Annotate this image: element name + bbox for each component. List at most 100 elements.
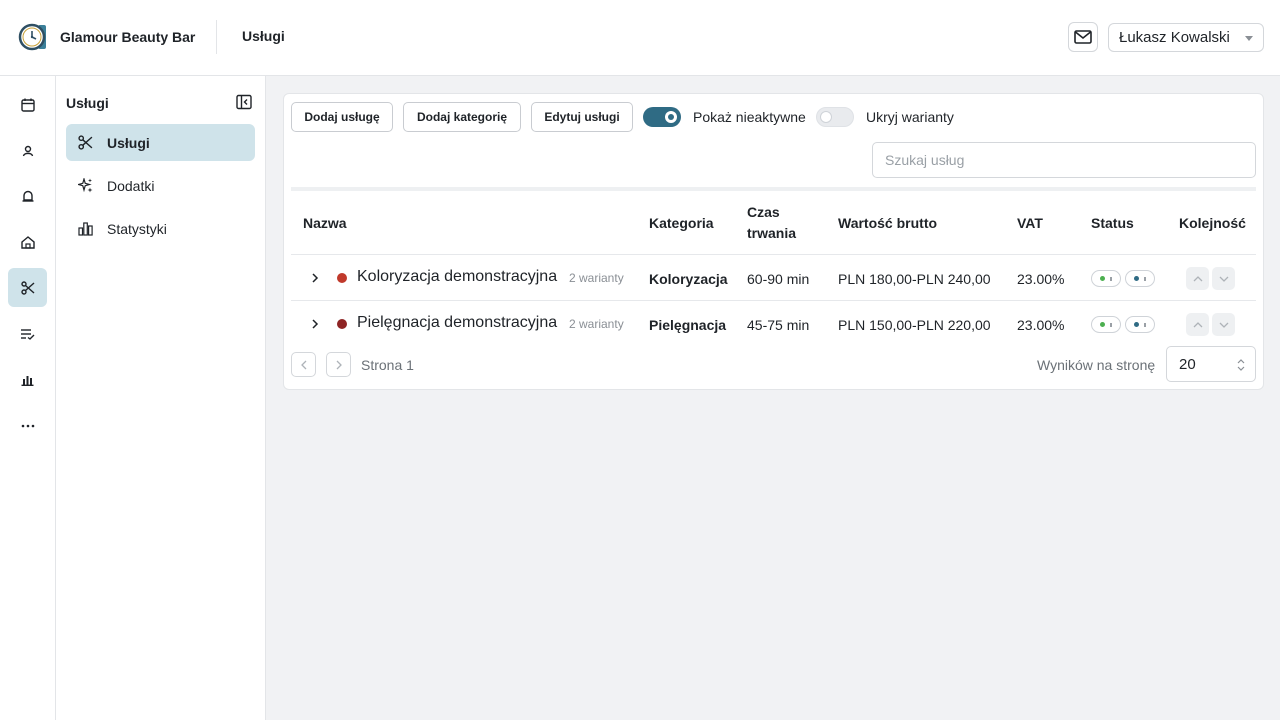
status-tick [1144, 277, 1146, 281]
category-color-dot [337, 319, 347, 329]
subnav-item-addons[interactable]: Dodatki [66, 167, 255, 204]
service-duration: 45-75 min [747, 317, 810, 333]
toggle-knob [820, 111, 832, 123]
move-up-button[interactable] [1186, 267, 1209, 290]
per-page-select[interactable]: 20 [1166, 346, 1256, 382]
search-input[interactable] [872, 142, 1256, 178]
bell-icon [22, 190, 33, 202]
status-tick [1110, 323, 1112, 327]
stats-icon [78, 221, 93, 236]
chevron-right-icon[interactable] [309, 318, 321, 330]
subnav-item-statistics[interactable]: Statystyki [66, 210, 255, 247]
rail-tasks[interactable] [8, 314, 47, 353]
row-divider [291, 300, 1256, 301]
top-header: Glamour Beauty Bar Usługi Łukasz Kowalsk… [0, 0, 1280, 76]
subnav-title: Usługi [66, 95, 109, 111]
more-icon [21, 424, 34, 427]
status-dot [1100, 322, 1105, 327]
user-menu-button[interactable]: Łukasz Kowalski [1108, 23, 1264, 52]
move-up-button[interactable] [1186, 313, 1209, 336]
status-active-toggle[interactable] [1091, 270, 1121, 287]
services-card: Dodaj usługę Dodaj kategorię Edytuj usłu… [283, 93, 1264, 390]
messages-button[interactable] [1068, 22, 1098, 52]
service-category: Koloryzacja [649, 271, 728, 287]
move-down-button[interactable] [1212, 267, 1235, 290]
page-title: Usługi [242, 28, 285, 44]
chevron-right-icon[interactable] [309, 272, 321, 284]
column-header-category[interactable]: Kategoria [649, 213, 714, 234]
rail-notifications[interactable] [8, 177, 47, 216]
rail-services[interactable] [8, 268, 47, 307]
status-online-toggle[interactable] [1125, 270, 1155, 287]
service-vat: 23.00% [1017, 317, 1065, 333]
icon-rail [0, 76, 56, 720]
chevron-right-icon [336, 360, 342, 369]
service-duration: 60-90 min [747, 271, 810, 287]
column-header-duration-line1: Czas [747, 204, 780, 220]
service-name: Koloryzacja demonstracyjna [357, 268, 558, 285]
column-header-name[interactable]: Nazwa [303, 213, 347, 234]
prev-page-button[interactable] [291, 352, 316, 377]
service-price: PLN 180,00-PLN 240,00 [838, 271, 991, 287]
service-category: Pielęgnacja [649, 317, 727, 333]
hide-variants-label: Ukryj warianty [866, 109, 954, 125]
collapse-sidebar-icon[interactable] [236, 94, 252, 110]
column-header-price[interactable]: Wartość brutto [838, 213, 937, 234]
status-tick [1110, 277, 1112, 281]
variants-count: 2 warianty [569, 317, 624, 331]
row-divider [291, 254, 1256, 255]
subnav-item-label: Dodatki [107, 177, 155, 194]
page-indicator: Strona 1 [361, 357, 414, 373]
chevron-down-icon [1219, 276, 1228, 282]
service-vat: 23.00% [1017, 271, 1065, 287]
add-category-button[interactable]: Dodaj kategorię [403, 102, 521, 132]
edit-services-button[interactable]: Edytuj usługi [531, 102, 633, 132]
status-dot [1100, 276, 1105, 281]
status-active-toggle[interactable] [1091, 316, 1121, 333]
rail-reports[interactable] [8, 360, 47, 399]
sparkles-icon [78, 178, 93, 193]
column-header-vat[interactable]: VAT [1017, 213, 1043, 234]
per-page-label: Wyników na stronę [1037, 357, 1156, 373]
calendar-icon [20, 98, 35, 112]
service-name: Pielęgnacja demonstracyjna [357, 314, 558, 331]
column-header-duration[interactable]: Czas trwania [747, 202, 796, 244]
rail-more[interactable] [8, 406, 47, 445]
mail-icon [1074, 30, 1092, 44]
toggle-knob [665, 111, 677, 123]
column-header-duration-line2: trwania [747, 225, 797, 241]
variants-count: 2 warianty [569, 271, 624, 285]
column-header-order[interactable]: Kolejność [1179, 213, 1246, 234]
brand-name: Glamour Beauty Bar [60, 29, 196, 45]
checklist-icon [21, 328, 35, 340]
secondary-sidebar: Usługi Usługi Dodatki Statystyki [56, 76, 266, 720]
hide-variants-toggle[interactable] [816, 107, 854, 127]
subnav-item-label: Statystyki [107, 220, 167, 237]
subnav-item-label: Usługi [107, 134, 150, 151]
service-price: PLN 150,00-PLN 220,00 [838, 317, 991, 333]
chevron-down-icon [1245, 36, 1253, 41]
status-dot [1134, 276, 1139, 281]
status-online-toggle[interactable] [1125, 316, 1155, 333]
show-inactive-toggle[interactable] [643, 107, 681, 127]
clock-logo-icon[interactable] [18, 22, 48, 52]
scissors-icon [78, 135, 93, 150]
column-header-status[interactable]: Status [1091, 213, 1134, 234]
chevron-up-icon [1193, 321, 1202, 327]
header-divider [216, 20, 217, 54]
chevron-up-icon [1193, 275, 1202, 281]
chevron-left-icon [300, 360, 306, 369]
per-page-value: 20 [1179, 355, 1196, 373]
subnav-item-services[interactable]: Usługi [66, 124, 255, 161]
rail-clients[interactable] [8, 131, 47, 170]
show-inactive-label: Pokaż nieaktywne [693, 109, 806, 125]
status-dot [1134, 322, 1139, 327]
category-color-dot [337, 273, 347, 283]
next-page-button[interactable] [326, 352, 351, 377]
add-service-button[interactable]: Dodaj usługę [291, 102, 393, 132]
chevron-down-icon [1219, 322, 1228, 328]
home-icon [20, 236, 35, 249]
move-down-button[interactable] [1212, 313, 1235, 336]
rail-home[interactable] [8, 223, 47, 262]
rail-calendar[interactable] [8, 85, 47, 124]
